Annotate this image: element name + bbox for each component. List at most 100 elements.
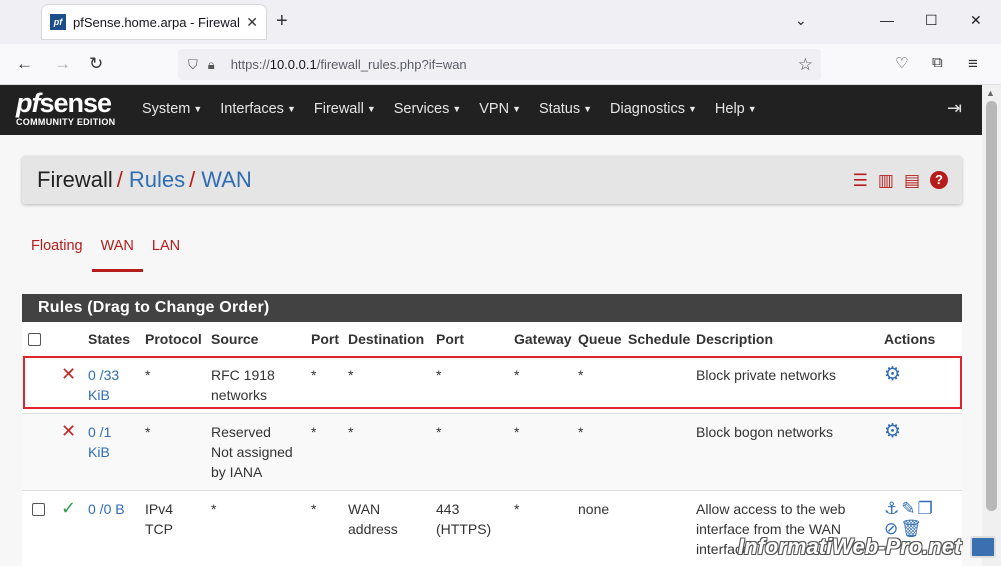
anchor-icon[interactable]: ⚓ — [884, 499, 901, 518]
breadcrumb-panel: Firewall / Rules / WAN ☰ ▥ ▤ ? — [22, 156, 962, 204]
url-bar[interactable]: ⛉ 🔒︎ https://10.0.0.1/firewall_rules.php… — [178, 49, 821, 80]
breadcrumb-wan[interactable]: WAN — [201, 167, 252, 192]
main-menu: System ▼ Interfaces ▼ Firewall ▼ Services ▼ … — [142, 101, 775, 117]
page-scrollbar[interactable]: ▲ — [982, 85, 1001, 566]
copy-icon[interactable]: ❐ — [918, 499, 935, 518]
gateway-cell: * — [511, 489, 575, 566]
rules-table: States Protocol Source Port Destination … — [22, 322, 962, 566]
queue-cell: * — [575, 412, 625, 490]
col-port: Port — [311, 330, 339, 347]
destination-cell: * — [345, 412, 433, 490]
table-row[interactable]: ✕ 0 /1 KiB * Reserved Not assigned by IANA … — [22, 412, 962, 490]
back-icon[interactable]: ← — [16, 54, 33, 74]
row-checkbox[interactable] — [32, 502, 45, 516]
col-actions: Actions — [884, 330, 936, 347]
menu-help[interactable]: Help ▼ — [715, 101, 757, 117]
sliders-icon[interactable]: ☰ — [853, 171, 868, 191]
tab-lan[interactable]: LAN — [143, 238, 189, 272]
states-link[interactable]: 0 /0 B — [85, 489, 142, 566]
states-link[interactable]: 0 /33 KiB — [85, 355, 142, 413]
caret-down-icon: ▼ — [193, 104, 203, 114]
queue-cell: * — [575, 355, 625, 413]
menu-vpn[interactable]: VPN ▼ — [479, 101, 521, 117]
scroll-thumb[interactable] — [986, 101, 997, 511]
reload-icon[interactable]: ↻ — [89, 54, 103, 74]
browser-tab[interactable]: pf pfSense.home.arpa - Firewall: R ✕ — [42, 5, 266, 39]
col-destination: Destination — [348, 330, 425, 347]
rules-panel: Rules (Drag to Change Order) States Prot… — [22, 294, 962, 566]
list-icon[interactable]: ▤ — [904, 171, 920, 191]
gear-icon[interactable]: ⚙ — [884, 364, 901, 385]
description-cell: Block bogon networks — [693, 412, 881, 490]
tab-title: pfSense.home.arpa - Firewall: R — [73, 14, 239, 30]
pfsense-logo[interactable]: pfsense COMMUNITY EDITION — [16, 89, 128, 127]
description-cell: Block private networks — [693, 355, 881, 413]
source-cell: Reserved Not assigned by IANA — [208, 412, 308, 490]
tab-floating[interactable]: Floating — [22, 238, 92, 272]
lock-icon[interactable]: 🔒︎ — [208, 57, 215, 73]
breadcrumb-firewall: Firewall — [37, 167, 113, 192]
edit-pencil-icon[interactable]: ✎ — [901, 499, 917, 518]
menu-firewall[interactable]: Firewall ▼ — [314, 101, 376, 117]
bar-chart-icon[interactable]: ▥ — [878, 171, 894, 191]
port-cell: * — [308, 412, 345, 490]
table-row[interactable]: ✕ 0 /33 KiB * RFC 1918 networks * * * * * … — [22, 355, 962, 413]
watermark-text: InformatiWeb-Pro.net — [738, 534, 962, 559]
select-all-checkbox[interactable] — [28, 332, 41, 346]
laptop-icon — [970, 536, 996, 558]
menu-interfaces[interactable]: Interfaces ▼ — [220, 101, 296, 117]
forward-icon[interactable]: → — [54, 54, 71, 74]
menu-system[interactable]: System ▼ — [142, 101, 202, 117]
dest-port-cell: 443 (HTTPS) — [433, 489, 511, 566]
gear-icon[interactable]: ⚙ — [884, 421, 901, 442]
dest-port-cell: * — [433, 412, 511, 490]
shield-icon[interactable]: ⛉ — [188, 57, 198, 73]
close-tab-icon[interactable]: ✕ — [246, 14, 258, 31]
app-menu-icon[interactable]: ≡ — [968, 54, 978, 74]
source-cell: RFC 1918 networks — [208, 355, 308, 413]
queue-cell: none — [575, 489, 625, 566]
col-dest-port: Port — [436, 330, 464, 347]
browser-nav-bar: ← → ↻ ⛉ 🔒︎ https://10.0.0.1/firewall_rul… — [0, 44, 1001, 85]
caret-down-icon: ▼ — [688, 104, 697, 114]
new-tab-icon[interactable]: + — [276, 10, 288, 33]
help-icon[interactable]: ? — [930, 171, 948, 189]
caret-down-icon: ▼ — [366, 104, 376, 114]
maximize-icon[interactable]: ☐ — [925, 12, 938, 29]
col-source: Source — [211, 330, 259, 347]
menu-services[interactable]: Services ▼ — [394, 101, 462, 117]
protocol-cell: * — [142, 412, 208, 490]
col-protocol: Protocol — [145, 330, 202, 347]
caret-down-icon: ▼ — [452, 104, 462, 114]
table-header-row: States Protocol Source Port Destination … — [22, 322, 962, 356]
bookmark-star-icon[interactable]: ☆ — [798, 55, 813, 75]
caret-down-icon: ▼ — [512, 104, 522, 114]
menu-status[interactable]: Status ▼ — [539, 101, 592, 117]
col-description: Description — [696, 330, 774, 347]
panel-title: Rules (Drag to Change Order) — [22, 294, 962, 322]
schedule-cell — [625, 489, 693, 566]
tab-wan[interactable]: WAN — [91, 238, 143, 272]
close-window-icon[interactable]: ✕ — [970, 12, 982, 29]
extensions-icon[interactable]: ⧉ — [932, 54, 943, 71]
states-link[interactable]: 0 /1 KiB — [85, 412, 142, 490]
port-cell: * — [308, 355, 345, 413]
destination-cell: * — [345, 355, 433, 413]
dest-port-cell: * — [433, 355, 511, 413]
protocol-cell: * — [142, 355, 208, 413]
destination-cell: WAN address — [345, 489, 433, 566]
gateway-cell: * — [511, 355, 575, 413]
tab-list-chevron-icon[interactable]: ⌄ — [795, 12, 807, 29]
menu-diagnostics[interactable]: Diagnostics ▼ — [610, 101, 697, 117]
pfsense-header: pfsense COMMUNITY EDITION System ▼ Interf… — [0, 85, 982, 135]
logout-icon[interactable]: ⇥ — [947, 98, 962, 119]
breadcrumb-rules[interactable]: Rules — [129, 167, 185, 192]
pocket-icon[interactable]: ♡ — [895, 54, 908, 72]
url-text[interactable]: https://10.0.0.1/firewall_rules.php?if=w… — [231, 57, 467, 72]
pass-check-icon: ✓ — [61, 497, 77, 518]
breadcrumb: Firewall / Rules / WAN — [37, 167, 252, 192]
minimize-icon[interactable]: — — [880, 12, 894, 28]
pfsense-favicon-icon: pf — [50, 14, 66, 30]
port-cell: * — [308, 489, 345, 566]
scroll-up-icon[interactable]: ▲ — [986, 88, 995, 98]
